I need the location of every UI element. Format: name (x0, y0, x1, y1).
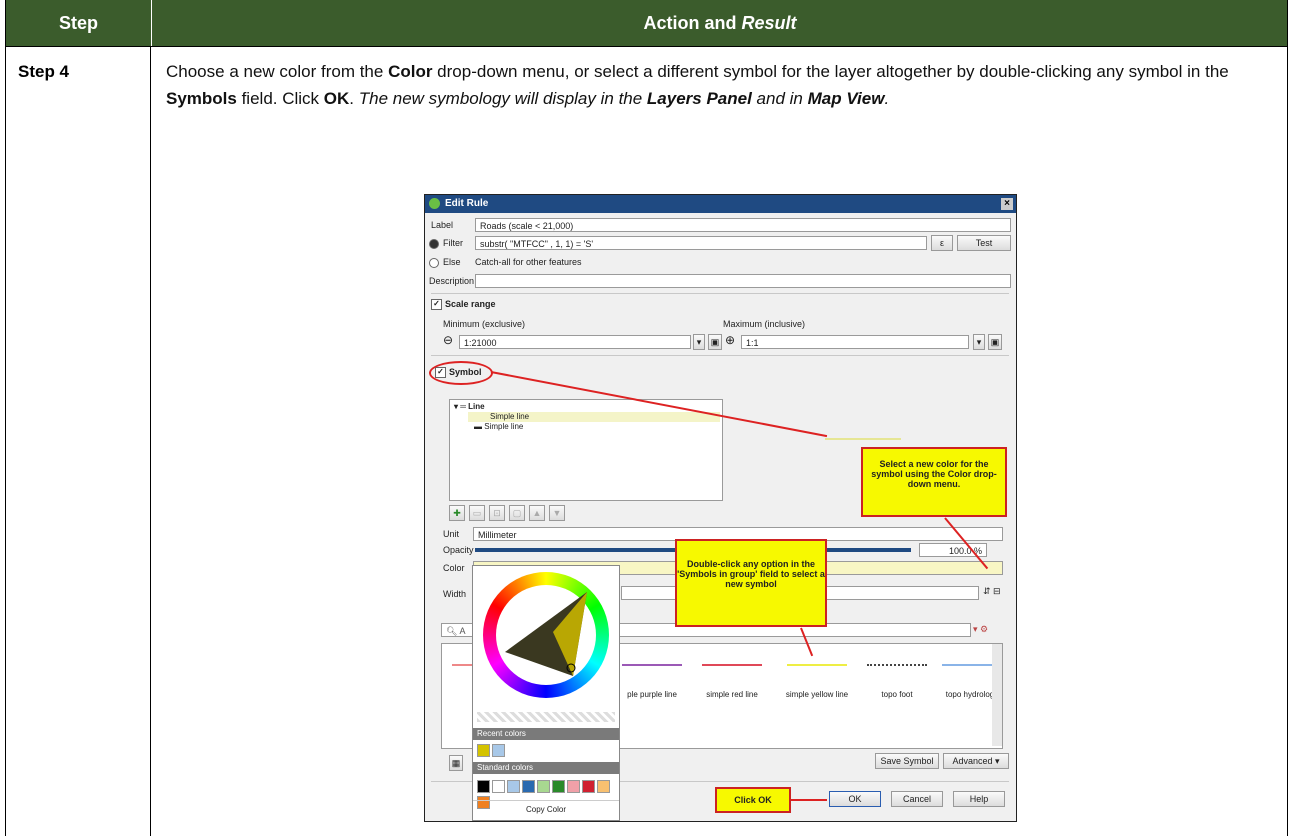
advanced-button[interactable]: Advanced ▾ (943, 753, 1009, 769)
copy-color-item[interactable]: Copy Color (473, 800, 619, 814)
style-manager-icon[interactable]: ▾ ⚙ (973, 624, 988, 635)
width-label: Width (443, 589, 467, 599)
standard-colors-label: Standard colors (473, 762, 619, 774)
data-defined-icon[interactable]: ⇵ ⊟ (983, 586, 1001, 597)
remove-layer-icon[interactable]: ▭ (469, 505, 485, 521)
move-down-icon[interactable]: ▼ (549, 505, 565, 521)
tree-item-simple-line-2[interactable]: ▬ Simple line (474, 422, 523, 431)
label-input[interactable]: Roads (scale < 21,000) (475, 218, 1011, 232)
else-radio[interactable]: Else (429, 257, 461, 268)
filter-radio[interactable]: Filter (429, 238, 463, 249)
recent-colors-label: Recent colors (473, 728, 619, 740)
step-label: Step 4 (18, 62, 70, 81)
symbol-item[interactable]: topo foot (857, 644, 937, 699)
recent-swatches[interactable] (477, 744, 507, 760)
edit-rule-dialog: Edit Rule × Label Roads (scale < 21,000)… (424, 194, 1017, 822)
symbol-highlight (429, 361, 493, 385)
zoom-in-icon: ⊕ (725, 333, 736, 347)
symbol-item[interactable]: ple purple line (612, 644, 692, 699)
callout-ok: Click OK (715, 787, 791, 813)
table-header: Step Action and Result (6, 0, 1287, 46)
else-description: Catch-all for other features (475, 257, 582, 267)
callout-symbols: Double-click any option in the 'Symbols … (675, 539, 827, 627)
symbol-layer-tree[interactable]: ▾ ═ Line Simple line ▬ Simple line (449, 399, 723, 501)
add-layer-icon[interactable]: ✚ (449, 505, 465, 521)
symbol-preview (825, 438, 901, 440)
symbol-list-scrollbar[interactable] (992, 644, 1002, 746)
max-scale-label: Maximum (inclusive) (723, 319, 806, 329)
callout-color: Select a new color for the symbol using … (861, 447, 1007, 517)
duplicate-icon[interactable]: ▢ (509, 505, 525, 521)
arrow-ok (791, 799, 827, 801)
move-up-icon[interactable]: ▲ (529, 505, 545, 521)
scale-range-checkbox[interactable]: ✓ Scale range (431, 299, 496, 311)
qgis-icon (429, 198, 440, 209)
symbol-item[interactable]: simple red line (692, 644, 772, 699)
min-scale-label: Minimum (exclusive) (443, 319, 526, 329)
help-button[interactable]: Help (953, 791, 1005, 807)
cancel-button[interactable]: Cancel (891, 791, 943, 807)
unit-label: Unit (443, 529, 460, 539)
expression-button[interactable]: ε (931, 235, 953, 251)
header-step: Step (58, 13, 98, 33)
close-icon[interactable]: × (1001, 198, 1013, 210)
symbol-view-icon[interactable]: ▦ (449, 755, 463, 771)
min-scale-input[interactable]: 1:21000 (459, 335, 691, 349)
zoom-out-icon: ⊖ (443, 333, 454, 347)
column-divider (150, 46, 151, 836)
description-input[interactable] (475, 274, 1011, 288)
lock-icon[interactable]: ⊡ (489, 505, 505, 521)
min-scale-map-icon[interactable]: ▣ (708, 334, 722, 350)
max-scale-map-icon[interactable]: ▣ (988, 334, 1002, 350)
tree-item-simple-line[interactable]: Simple line (490, 412, 529, 421)
description-label: Description (429, 276, 475, 286)
test-button[interactable]: Test (957, 235, 1011, 251)
step-description: Choose a new color from the Color drop-d… (166, 62, 1229, 108)
color-label: Color (443, 563, 465, 573)
min-scale-dropdown[interactable]: ▾ (693, 334, 705, 350)
opacity-label: Opacity (443, 545, 474, 555)
tree-root[interactable]: ▾ ═ Line (454, 402, 485, 411)
color-picker-popup[interactable]: Recent colors Standard colors Copy Color (472, 565, 620, 821)
save-symbol-button[interactable]: Save Symbol (875, 753, 939, 769)
label-label: Label (431, 220, 454, 230)
dialog-titlebar: Edit Rule × (425, 195, 1016, 213)
filter-input[interactable]: substr( "MTFCC" , 1, 1) = 'S' (475, 236, 927, 250)
dialog-title: Edit Rule (445, 198, 489, 209)
alpha-strip[interactable] (477, 712, 615, 722)
max-scale-dropdown[interactable]: ▾ (973, 334, 985, 350)
layer-toolbar: ✚ ▭ ⊡ ▢ ▲ ▼ (449, 505, 599, 523)
max-scale-input[interactable]: 1:1 (741, 335, 969, 349)
color-triangle[interactable] (483, 572, 609, 698)
ok-button[interactable]: OK (829, 791, 881, 807)
symbol-item[interactable]: simple yellow line (777, 644, 857, 699)
header-action: Action and Result (151, 0, 1288, 46)
